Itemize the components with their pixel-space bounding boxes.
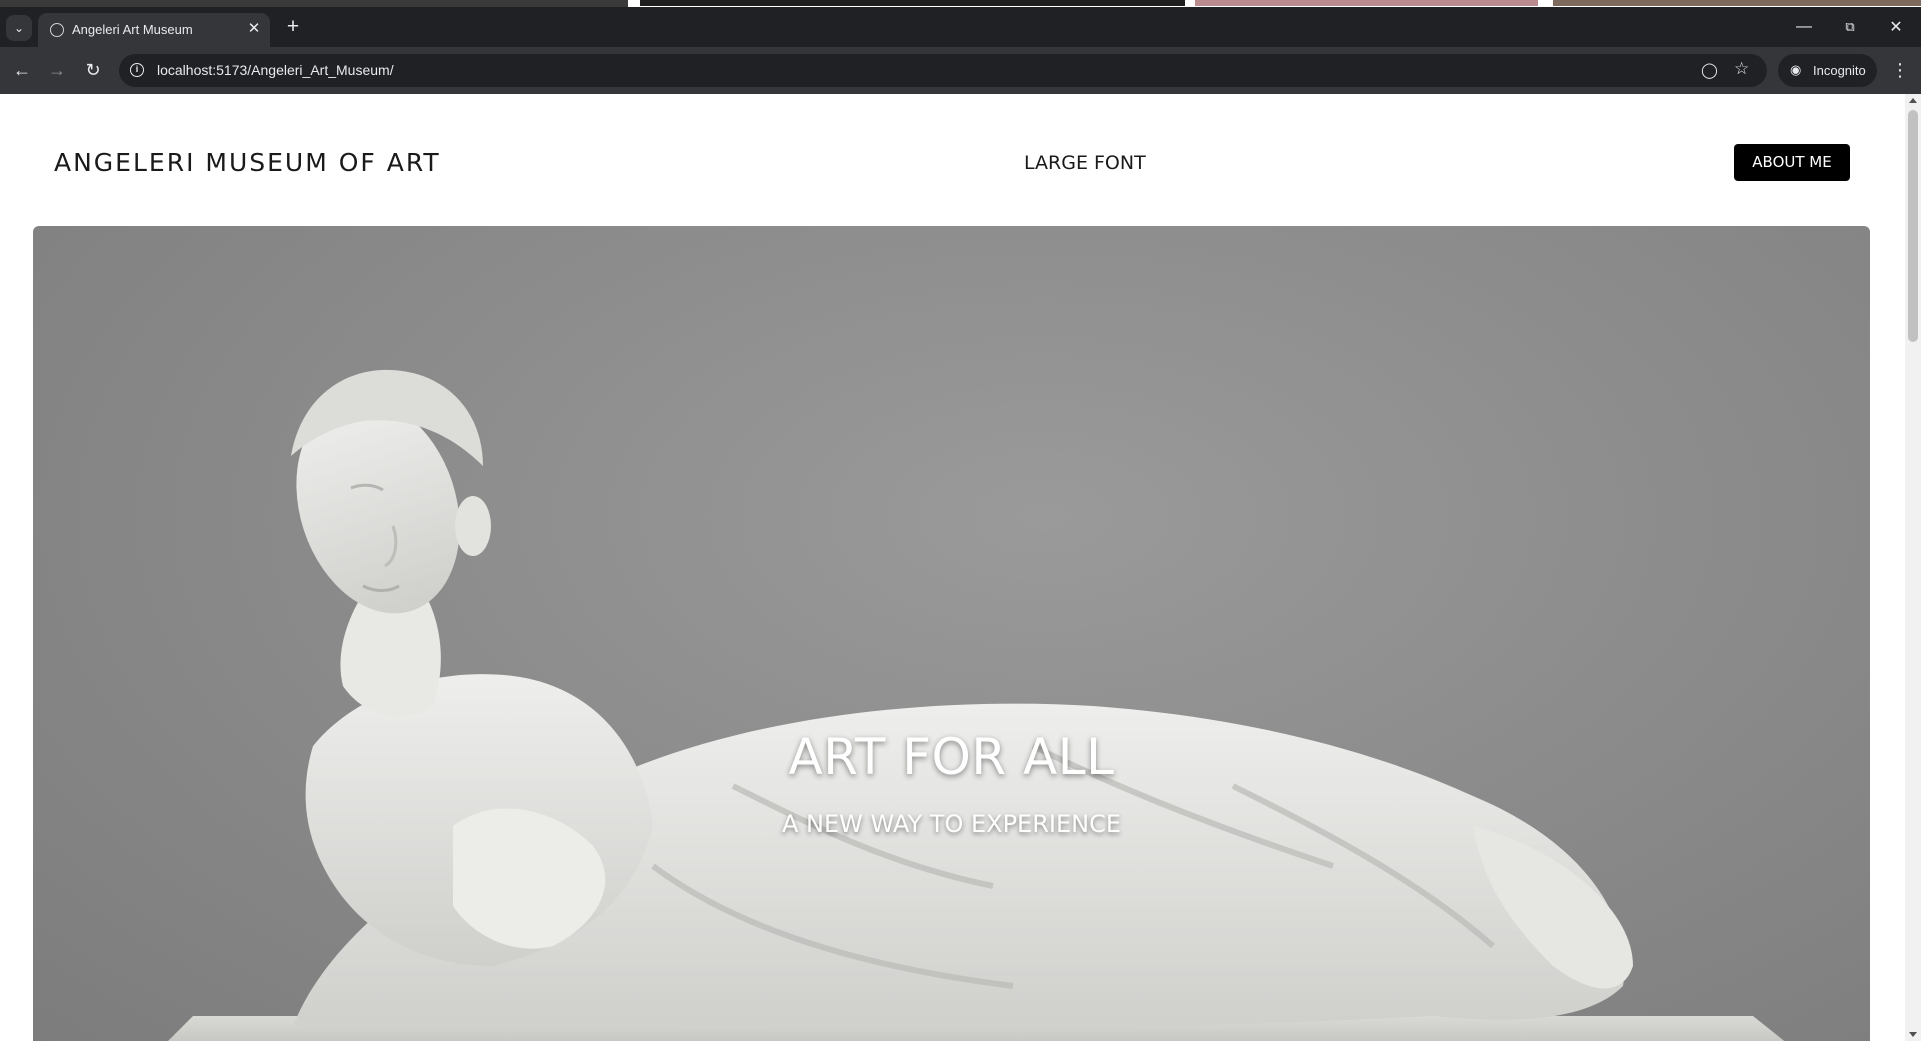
site-brand[interactable]: ANGELERI MUSEUM OF ART <box>54 148 441 177</box>
url-text[interactable]: localhost:5173/Angeleri_Art_Museum/ <box>157 62 394 78</box>
tab-list-icon[interactable]: ⌄ <box>6 15 32 41</box>
restore-icon[interactable]: ⧉ <box>1827 7 1873 47</box>
minimize-icon[interactable]: — <box>1781 7 1827 47</box>
hero-banner: ART FOR ALL A NEW WAY TO EXPERIENCE <box>33 226 1870 1041</box>
desktop-background-strip <box>0 0 1921 7</box>
close-window-icon[interactable]: ✕ <box>1873 7 1919 47</box>
scroll-up-icon[interactable] <box>1909 98 1917 103</box>
page-scrollbar[interactable] <box>1905 94 1921 1041</box>
forward-icon[interactable]: → <box>44 57 70 83</box>
background-window-3 <box>1538 0 1921 7</box>
background-window-2 <box>1195 0 1538 7</box>
browser-tab-bar: ⌄ Angeleri Art Museum ✕ + — ⧉ ✕ <box>0 7 1921 47</box>
bookmark-star-icon[interactable]: ☆ <box>1734 59 1749 79</box>
incognito-indicator[interactable]: ◉ Incognito <box>1778 54 1877 87</box>
new-tab-icon[interactable]: + <box>282 16 304 38</box>
about-me-button[interactable]: ABOUT ME <box>1734 144 1850 181</box>
back-icon[interactable]: ← <box>9 57 35 83</box>
kebab-menu-icon[interactable]: ⋮ <box>1890 57 1910 83</box>
tab-title: Angeleri Art Museum <box>72 22 193 37</box>
site-info-icon[interactable]: i <box>130 63 144 77</box>
favicon-icon <box>50 23 64 37</box>
scrollbar-thumb[interactable] <box>1908 110 1918 342</box>
page-viewport: ANGELERI MUSEUM OF ART LARGE FONT ABOUT … <box>0 94 1905 1041</box>
hero-subtitle: A NEW WAY TO EXPERIENCE <box>782 810 1121 838</box>
reload-icon[interactable]: ↻ <box>80 57 106 83</box>
background-window-1 <box>628 0 1195 7</box>
address-bar[interactable]: i localhost:5173/Angeleri_Art_Museum/ ◯ … <box>119 54 1767 87</box>
incognito-label: Incognito <box>1813 63 1866 78</box>
scroll-down-icon[interactable] <box>1909 1032 1917 1037</box>
large-font-toggle[interactable]: LARGE FONT <box>1024 152 1146 174</box>
browser-tab-active[interactable]: Angeleri Art Museum ✕ <box>38 13 270 47</box>
hero-title: ART FOR ALL <box>788 728 1115 786</box>
sculpture-image <box>168 369 1785 1041</box>
browser-toolbar: ← → ↻ i localhost:5173/Angeleri_Art_Muse… <box>0 47 1921 94</box>
eye-off-icon[interactable]: ◯ <box>1701 61 1718 79</box>
incognito-icon: ◉ <box>1790 62 1802 77</box>
close-tab-icon[interactable]: ✕ <box>244 19 264 39</box>
